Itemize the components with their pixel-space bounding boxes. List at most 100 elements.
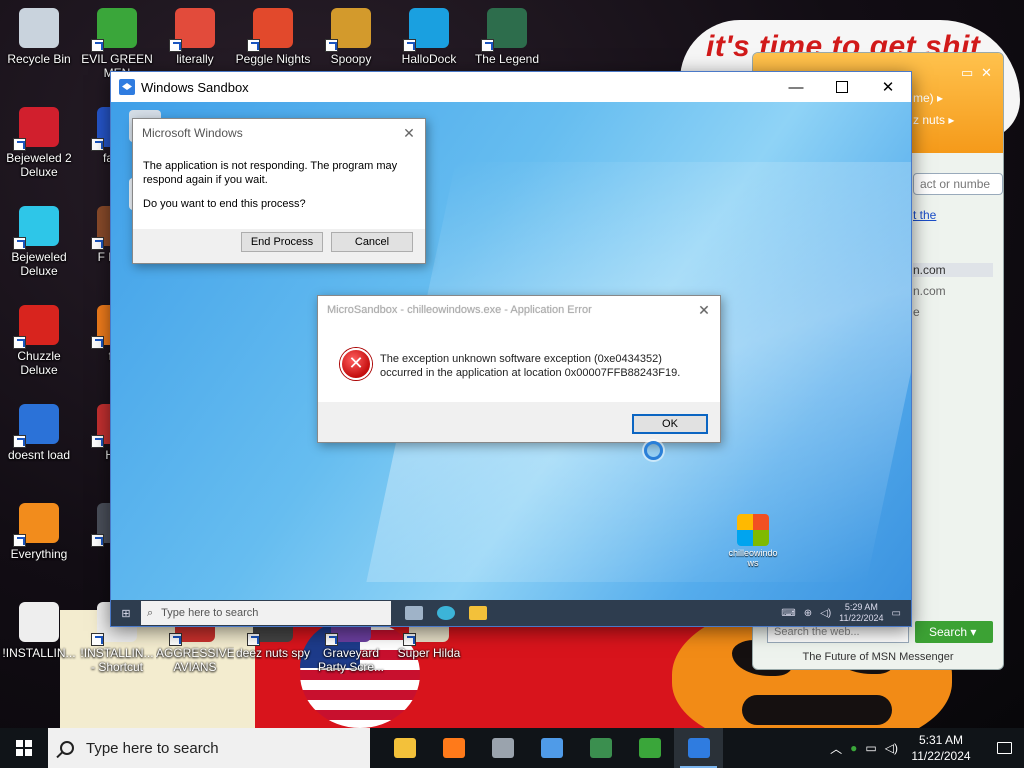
taskbar-app-archive-tool[interactable] [478, 728, 527, 768]
taskbar-app-sandbox-alt[interactable] [527, 728, 576, 768]
ok-button[interactable]: OK [632, 414, 708, 434]
error-message-line: The exception unknown software exception… [380, 353, 662, 365]
shortcut-arrow-icon [13, 138, 26, 151]
dialog-title: Microsoft Windows [142, 126, 243, 140]
dialog-message: The application is not responding. The p… [143, 160, 398, 186]
error-message-line: occurred in the application at location … [380, 367, 681, 379]
msn-search-button[interactable]: Search ▾ [915, 621, 993, 643]
app-icon [13, 206, 59, 250]
volume-icon[interactable]: ◁) [885, 741, 898, 755]
maximize-button[interactable] [819, 72, 865, 102]
desktop-icon[interactable]: The Legend [468, 8, 546, 66]
taskbar-date: 11/22/2024 [911, 749, 971, 763]
sandbox-titlebar[interactable]: Windows Sandbox — ✕ [111, 72, 911, 102]
application-error-dialog[interactable]: MicroSandbox - chilleowindows.exe - Appl… [317, 295, 721, 443]
shortcut-arrow-icon [481, 39, 494, 52]
taskbar-search-box[interactable]: Type here to search [48, 728, 370, 768]
taskbar-app-messenger[interactable] [625, 728, 674, 768]
sandbox-taskbar: ⊞ ⌕ Type here to search ⌨ ⊕ ◁) 5:29 AM 1… [111, 600, 911, 626]
taskbar-app-task-window[interactable] [576, 728, 625, 768]
sandbox-clock[interactable]: 5:29 AM 11/22/2024 [839, 602, 883, 624]
app-icon [19, 602, 59, 642]
desktop-icon[interactable]: Bejeweled Deluxe [0, 206, 78, 278]
dialog-question: Do you want to end this process? [143, 198, 306, 210]
close-icon[interactable]: ✕ [981, 65, 992, 81]
search-icon: ⌕ [147, 606, 154, 619]
minimize-icon[interactable]: ▭ [961, 65, 973, 81]
sandbox-icon-label: chilleowindo ws [728, 548, 778, 568]
start-button[interactable] [0, 728, 48, 768]
taskbar-app-firefox[interactable] [429, 728, 478, 768]
taskbar: Type here to search ︿ ● ▭ ◁) 5:31 AM 11/… [0, 728, 1024, 768]
volume-icon[interactable]: ◁) [820, 608, 831, 619]
msn-status-menu[interactable]: me) ▸ [913, 91, 943, 105]
taskbar-clock[interactable]: 5:31 AM 11/22/2024 [906, 732, 976, 764]
notification-center-icon[interactable] [984, 728, 1024, 768]
search-icon [60, 741, 74, 755]
desktop-icon[interactable]: Everything [0, 503, 78, 561]
edge-icon[interactable] [437, 606, 455, 620]
desktop-icon-label: Everything [10, 547, 68, 561]
app-icon [247, 8, 293, 52]
taskbar-app-windows-sandbox[interactable] [674, 728, 723, 768]
desktop-icon[interactable]: Spoopy [312, 8, 390, 66]
notification-icon[interactable]: ▭ [892, 608, 901, 619]
close-icon[interactable]: ✕ [688, 302, 720, 319]
desktop-icon[interactable]: !INSTALLIN... [0, 602, 78, 660]
network-icon[interactable]: ▭ [865, 741, 876, 755]
app-icon [169, 8, 215, 52]
msn-promo-link[interactable]: t the [913, 208, 936, 222]
desktop-icon-label: Bejeweled 2 Deluxe [6, 151, 72, 179]
chevron-up-icon[interactable]: ︿ [830, 740, 842, 757]
msn-name-menu[interactable]: z nuts ▸ [913, 113, 954, 127]
shortcut-arrow-icon [403, 39, 416, 52]
msn-contact-row[interactable]: e [913, 305, 993, 319]
file-explorer-icon [393, 738, 416, 758]
keyboard-icon[interactable]: ⌨ [781, 608, 795, 619]
desktop-icon-label: Super Hilda [397, 646, 461, 660]
minimize-button[interactable]: — [773, 72, 819, 102]
cancel-button[interactable]: Cancel [331, 232, 413, 252]
sandbox-search-placeholder: Type here to search [161, 607, 259, 619]
msn-contact-row[interactable]: n.com [913, 284, 993, 298]
shortcut-arrow-icon [13, 336, 26, 349]
desktop-icon[interactable]: EVIL GREEN MEN [78, 8, 156, 80]
taskbar-app-file-explorer[interactable] [380, 728, 429, 768]
desktop-icon-label: literally [176, 52, 214, 66]
app-icon [13, 305, 59, 349]
desktop-icon[interactable]: Peggle Nights [234, 8, 312, 66]
msn-contact-row[interactable]: n.com [913, 263, 993, 277]
app-icon [13, 107, 59, 151]
app-icon [13, 404, 59, 448]
not-responding-dialog[interactable]: Microsoft Windows ✕ The application is n… [132, 118, 426, 264]
sandbox-date: 11/22/2024 [839, 613, 884, 623]
sandbox-chilleowindows-icon[interactable]: chilleowindo ws [723, 514, 783, 568]
desktop-icon-label: doesnt load [7, 448, 71, 462]
desktop-icon[interactable]: Recycle Bin [0, 8, 78, 66]
desktop-icon-label: !INSTALLIN... [2, 646, 76, 660]
sandbox-app-icon [119, 79, 135, 95]
desktop-icon-label: Graveyard Party Scre... [317, 646, 385, 674]
error-icon: ✕ [340, 348, 372, 380]
network-icon[interactable]: ⊕ [804, 608, 812, 619]
folder-icon[interactable] [469, 606, 487, 620]
taskbar-time: 5:31 AM [918, 733, 964, 747]
shortcut-arrow-icon [91, 138, 104, 151]
desktop-icon-label: Bejeweled Deluxe [11, 250, 67, 278]
desktop-icon[interactable]: doesnt load [0, 404, 78, 462]
sandbox-search-box[interactable]: ⌕ Type here to search [141, 601, 391, 625]
messenger-tray-icon[interactable]: ● [850, 741, 857, 755]
dialog-titlebar: MicroSandbox - chilleowindows.exe - Appl… [318, 296, 720, 324]
shortcut-arrow-icon [325, 39, 338, 52]
close-button[interactable]: ✕ [865, 72, 911, 102]
msn-add-contact-field[interactable]: act or numbe [913, 173, 1003, 195]
desktop-icon[interactable]: Bejeweled 2 Deluxe [0, 107, 78, 179]
desktop-icon[interactable]: Chuzzle Deluxe [0, 305, 78, 377]
desktop-icon[interactable]: HalloDock [390, 8, 468, 66]
end-process-button[interactable]: End Process [241, 232, 323, 252]
windows-start-icon[interactable]: ⊞ [111, 607, 141, 620]
desktop-icon[interactable]: literally [156, 8, 234, 66]
close-icon[interactable]: ✕ [393, 125, 425, 142]
task-view-icon[interactable] [405, 606, 423, 620]
system-tray: ︿ ● ▭ ◁) 5:31 AM 11/22/2024 [830, 728, 1024, 768]
